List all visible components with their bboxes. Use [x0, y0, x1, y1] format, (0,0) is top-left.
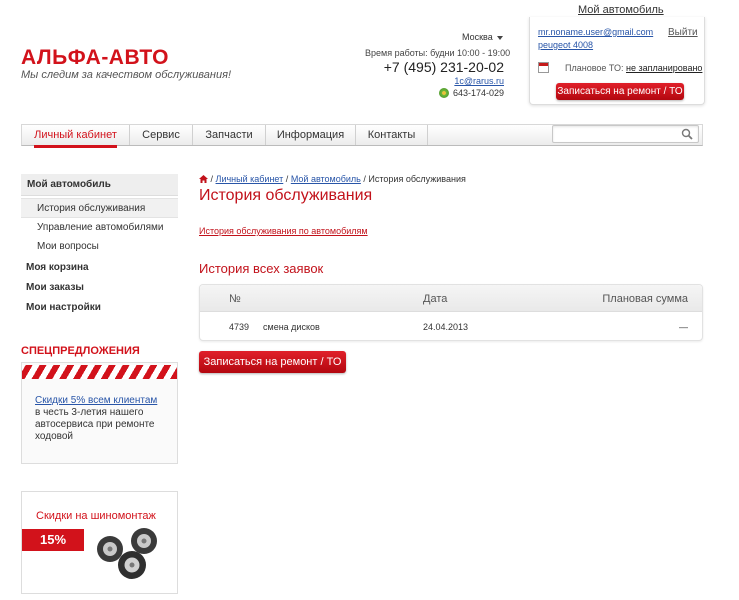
- search-icon[interactable]: [681, 128, 693, 140]
- my-car-link[interactable]: Мой автомобиль: [578, 4, 664, 16]
- breadcrumb-sep: /: [210, 174, 214, 184]
- sidebar-item-settings[interactable]: Мои настройки: [21, 302, 178, 313]
- sidebar-item-manage-cars[interactable]: Управление автомобилями: [21, 219, 178, 237]
- city-selector[interactable]: Москва: [462, 32, 503, 42]
- search-input[interactable]: [553, 126, 673, 142]
- breadcrumb-current: История обслуживания: [368, 174, 466, 184]
- requests-table: № Дата Плановая сумма 4739 смена дисков …: [199, 284, 703, 341]
- row-number: 4739: [229, 322, 250, 332]
- special-offer-link[interactable]: Скидки 5% всем клиентам: [35, 395, 157, 406]
- special-offers-title: СПЕЦПРЕДЛОЖЕНИЯ: [21, 345, 140, 357]
- nav-item-service[interactable]: Сервис: [130, 125, 193, 145]
- stripes-decoration: [22, 365, 177, 379]
- nav-item-contacts[interactable]: Контакты: [356, 125, 428, 145]
- phone-number: +7 (495) 231-20-02: [383, 59, 504, 75]
- sidebar-item-cart[interactable]: Моя корзина: [21, 262, 178, 273]
- city-label: Москва: [462, 32, 493, 42]
- account-book-service-button[interactable]: Записаться на ремонт / ТО: [556, 83, 684, 100]
- logout-link[interactable]: Выйти: [668, 27, 698, 38]
- nav-item-parts[interactable]: Запчасти: [193, 125, 266, 145]
- row-description: смена дисков: [263, 322, 320, 332]
- row-date: 24.04.2013: [423, 322, 469, 332]
- account-car-link[interactable]: peugeot 4008: [538, 40, 593, 50]
- book-service-button[interactable]: Записаться на ремонт / ТО: [199, 351, 346, 373]
- tires-icon: [97, 528, 157, 579]
- special-offer-text: в честь 3-летия нашего автосервиса при р…: [35, 407, 155, 442]
- planned-service-status: Плановое ТО: не запланировано: [565, 63, 702, 73]
- tire-promo-banner[interactable]: Скидки на шиномонтаж 15%: [21, 491, 178, 594]
- all-requests-title: История всех заявок: [199, 261, 324, 276]
- planned-service-label: Плановое ТО:: [565, 63, 624, 73]
- column-planned-sum: Плановая сумма: [602, 293, 688, 305]
- icq-contact: 643-174-029: [420, 88, 504, 98]
- account-email-link[interactable]: mr.noname.user@gmail.com: [538, 27, 653, 37]
- breadcrumb: / Личный кабинет / Мой автомобиль / Исто…: [199, 174, 466, 184]
- icq-icon: [438, 88, 449, 98]
- sidebar-item-my-questions[interactable]: Мои вопросы: [21, 238, 178, 256]
- breadcrumb-my-car[interactable]: Мой автомобиль: [291, 174, 361, 184]
- nav-item-info[interactable]: Информация: [266, 125, 356, 145]
- home-icon[interactable]: [199, 175, 208, 183]
- chevron-down-icon: [496, 35, 503, 40]
- history-by-cars-link[interactable]: История обслуживания по автомобилям: [199, 226, 368, 236]
- calendar-icon: [538, 62, 549, 73]
- table-header: № Дата Плановая сумма: [200, 285, 702, 312]
- site-logo[interactable]: АЛЬФА-АВТО: [21, 46, 169, 70]
- icq-number: 643-174-029: [452, 88, 504, 98]
- page-title: История обслуживания: [199, 187, 373, 204]
- nav-item-cabinet[interactable]: Личный кабинет: [22, 125, 130, 148]
- breadcrumb-sep: /: [363, 174, 366, 184]
- tire-discount-badge: 15%: [22, 529, 84, 551]
- breadcrumb-sep: /: [285, 174, 289, 184]
- column-date: Дата: [423, 293, 448, 305]
- search-box: [552, 125, 699, 143]
- work-hours: Время работы: будни 10:00 - 19:00: [365, 48, 511, 58]
- tire-promo-title: Скидки на шиномонтаж: [36, 510, 156, 522]
- contact-email-link[interactable]: 1c@rarus.ru: [454, 76, 504, 86]
- row-planned-sum: —: [679, 322, 688, 332]
- sidebar-item-orders[interactable]: Мои заказы: [21, 282, 178, 293]
- site-slogan: Мы следим за качеством обслуживания!: [21, 69, 232, 81]
- breadcrumb-cabinet[interactable]: Личный кабинет: [216, 174, 284, 184]
- planned-service-link[interactable]: не запланировано: [626, 63, 702, 73]
- sidebar-item-my-car[interactable]: Мой автомобиль: [21, 174, 178, 196]
- column-number: №: [229, 293, 241, 305]
- special-offer-card: Скидки 5% всем клиентам в честь 3-летия …: [21, 362, 178, 464]
- sidebar-item-service-history[interactable]: История обслуживания: [21, 198, 178, 218]
